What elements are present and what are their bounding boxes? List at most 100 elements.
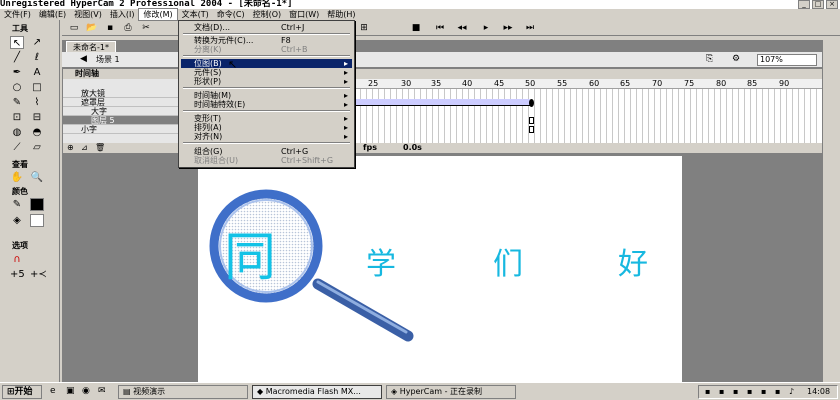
smooth-icon[interactable]: +5 <box>10 268 25 281</box>
ruler-tick: 80 <box>716 79 727 88</box>
fill-swatch[interactable] <box>30 214 44 227</box>
tray-icon[interactable]: ▪ <box>733 386 738 398</box>
menu-file[interactable]: 文件(F) <box>0 9 35 20</box>
tray-icon[interactable]: ▪ <box>761 386 766 398</box>
quicklaunch-outlook-icon[interactable]: ✉ <box>98 386 106 396</box>
menu-item-ungroup[interactable]: 取消组合(U) Ctrl+Shift+G <box>181 156 352 165</box>
oval-tool-icon[interactable]: ○ <box>10 81 24 94</box>
menu-edit[interactable]: 编辑(E) <box>35 9 70 20</box>
layer-item[interactable]: 遮罩层 <box>63 98 180 107</box>
stop-icon[interactable]: ■ <box>410 22 422 34</box>
menu-item-symbol[interactable]: 元件(S) ▸ <box>181 68 352 77</box>
eyedropper-tool-icon[interactable]: ⟋ <box>10 141 24 154</box>
back-arrow-icon[interactable]: ◀ <box>80 54 87 64</box>
menu-view[interactable]: 视图(V) <box>70 9 106 20</box>
close-icon[interactable]: × <box>826 0 838 9</box>
vertical-scrollbar[interactable] <box>822 40 840 382</box>
submenu-arrow-icon: ▸ <box>343 100 348 109</box>
tray-icon[interactable]: ▪ <box>719 386 724 398</box>
fill-transform-tool-icon[interactable]: ⊟ <box>30 111 44 124</box>
step-forward-icon[interactable]: ▸▸ <box>502 22 514 34</box>
add-guide-icon[interactable]: ⊿ <box>81 143 88 153</box>
layer-item[interactable]: 图层 5 <box>63 116 180 125</box>
menu-item-bitmap[interactable]: 位图(B) ▸ <box>181 59 352 68</box>
menu-item-timeline-effects[interactable]: 时间轴特效(E) ▸ <box>181 100 352 109</box>
step-back-icon[interactable]: ◂◂ <box>456 22 468 34</box>
edit-scene-icon[interactable]: ⎘ <box>706 54 713 64</box>
fill-color-icon[interactable]: ◈ <box>10 214 24 227</box>
tray-icon[interactable]: ▪ <box>705 386 710 398</box>
rewind-icon[interactable]: ⏮ <box>434 22 446 34</box>
magnet-icon[interactable]: ∩ <box>10 253 24 266</box>
print-icon[interactable]: ⎙ <box>122 22 134 34</box>
rectangle-tool-icon[interactable]: □ <box>30 81 44 94</box>
menu-text[interactable]: 文本(T) <box>178 9 213 20</box>
menu-item-transform[interactable]: 变形(T) ▸ <box>181 114 352 123</box>
line-tool-icon[interactable]: ╱ <box>10 51 24 64</box>
paint-bucket-tool-icon[interactable]: ◓ <box>30 126 44 139</box>
menu-window[interactable]: 窗口(W) <box>285 9 323 20</box>
menu-help[interactable]: 帮助(H) <box>323 9 359 20</box>
delete-layer-icon[interactable]: 🗑 <box>95 143 105 153</box>
snap-icon[interactable]: ⊞ <box>358 22 370 34</box>
add-layer-icon[interactable]: ⊕ <box>67 143 74 153</box>
lasso-tool-icon[interactable]: ℓ <box>30 51 44 64</box>
system-tray: ▪ ▪ ▪ ▪ ▪ ▪ ♪ 14:08 <box>698 385 838 399</box>
ink-bottle-tool-icon[interactable]: ◍ <box>10 126 24 139</box>
menu-item-document[interactable]: 文档(D)... Ctrl+J <box>181 23 352 32</box>
tray-icon[interactable]: ▪ <box>775 386 780 398</box>
zoom-tool-icon[interactable]: 🔍 <box>30 171 44 184</box>
maximize-icon[interactable]: □ <box>812 0 824 9</box>
free-transform-tool-icon[interactable]: ⊡ <box>10 111 24 124</box>
keyframe[interactable] <box>529 99 534 107</box>
document-tab[interactable]: 未命名-1* <box>66 41 116 52</box>
minimize-icon[interactable]: _ <box>798 0 810 9</box>
hand-tool-icon[interactable]: ✋ <box>10 171 24 184</box>
menu-item-arrange[interactable]: 排列(A) ▸ <box>181 123 352 132</box>
subselect-tool-icon[interactable]: ↗ <box>30 36 44 49</box>
fast-forward-icon[interactable]: ⏭ <box>524 22 536 34</box>
open-folder-icon[interactable]: 📂 <box>86 22 98 34</box>
new-file-icon[interactable]: ▭ <box>68 22 80 34</box>
task-folder[interactable]: ▤ 视频演示 <box>118 385 248 399</box>
layer-item[interactable]: 小字 <box>63 125 180 134</box>
stroke-swatch[interactable] <box>30 198 44 211</box>
task-flash[interactable]: ◆ Macromedia Flash MX... <box>252 385 382 399</box>
quicklaunch-desktop-icon[interactable]: ▣ <box>66 386 75 396</box>
menu-control[interactable]: 控制(O) <box>249 9 286 20</box>
straighten-icon[interactable]: +≺ <box>30 268 47 281</box>
text-tool-icon[interactable]: A <box>30 66 44 79</box>
edit-symbol-icon[interactable]: ⚙ <box>732 54 740 64</box>
arrow-tool-icon[interactable]: ↖ <box>10 36 24 49</box>
quicklaunch-ie-icon[interactable]: e <box>50 386 56 396</box>
volume-icon[interactable]: ♪ <box>789 386 794 398</box>
task-hypercam[interactable]: ◈ HyperCam - 正在录制 <box>386 385 516 399</box>
menu-item-convert-to-symbol[interactable]: 转换为元件(C)... F8 <box>181 36 352 45</box>
layer-item[interactable]: 大字 <box>63 107 180 116</box>
menu-item-shape[interactable]: 形状(P) ▸ <box>181 77 352 86</box>
menu-commands[interactable]: 命令(C) <box>213 9 249 20</box>
quicklaunch-media-icon[interactable]: ◉ <box>82 386 90 396</box>
cut-icon[interactable]: ✂ <box>140 22 152 34</box>
save-icon[interactable]: ▪ <box>104 22 116 34</box>
eraser-tool-icon[interactable]: ▱ <box>30 141 44 154</box>
submenu-arrow-icon: ▸ <box>343 59 348 68</box>
keyframe[interactable] <box>529 117 534 124</box>
menu-item-break-apart[interactable]: 分离(K) Ctrl+B <box>181 45 352 54</box>
start-button[interactable]: ⊞开始 <box>2 385 42 399</box>
menu-item-group[interactable]: 组合(G) Ctrl+G <box>181 147 352 156</box>
pen-tool-icon[interactable]: ✒ <box>10 66 24 79</box>
stroke-color-icon[interactable]: ✎ <box>10 198 24 211</box>
stage-canvas[interactable]: 同 学 们 好 <box>198 156 682 382</box>
brush-tool-icon[interactable]: ⌇ <box>30 96 44 109</box>
menu-item-timeline[interactable]: 时间轴(M) ▸ <box>181 91 352 100</box>
pencil-tool-icon[interactable]: ✎ <box>10 96 24 109</box>
tray-icon[interactable]: ▪ <box>747 386 752 398</box>
zoom-select[interactable]: 107% <box>757 54 817 66</box>
menu-item-align[interactable]: 对齐(N) ▸ <box>181 132 352 141</box>
keyframe[interactable] <box>529 126 534 133</box>
play-icon[interactable]: ▸ <box>480 22 492 34</box>
windows-logo-icon: ⊞ <box>7 387 15 397</box>
menu-insert[interactable]: 插入(I) <box>106 9 139 20</box>
layer-item[interactable]: 放大镜 <box>63 89 180 98</box>
